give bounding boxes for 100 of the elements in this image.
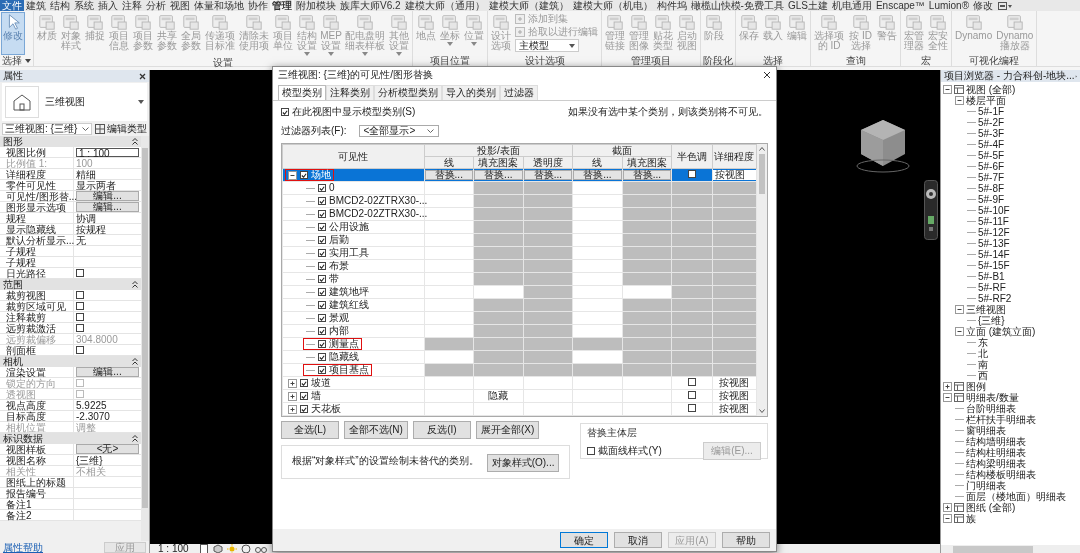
ribbon-tab[interactable]: 结构 bbox=[48, 0, 72, 11]
dialog-button[interactable]: 帮助 bbox=[722, 532, 770, 548]
ribbon-tab[interactable]: 机电通用 bbox=[829, 0, 874, 11]
tree-toggle[interactable] bbox=[943, 503, 952, 512]
checkbox[interactable] bbox=[76, 291, 84, 299]
tree-toggle[interactable] bbox=[955, 327, 964, 336]
tree-item[interactable]: 图例 bbox=[966, 381, 986, 392]
checkbox[interactable] bbox=[318, 249, 326, 257]
group-header[interactable]: 图形 bbox=[0, 136, 141, 147]
selection-button[interactable]: 全部不选(N) bbox=[344, 421, 408, 439]
tree-item[interactable]: 视图 (全部) bbox=[966, 84, 1016, 95]
tree-item[interactable]: 5#-8F bbox=[978, 183, 1005, 194]
tree-item[interactable]: 族 bbox=[966, 513, 976, 524]
ribbon-tab[interactable]: 橄榄山快模-免费工具 bbox=[688, 0, 786, 11]
selected-row[interactable]: 场地 替换... 替换... 替换... 替换... 替换... 按视图 bbox=[282, 168, 757, 182]
ribbon-tab[interactable]: Enscape™ bbox=[873, 0, 927, 11]
tree-item[interactable]: 明细表/数量 bbox=[966, 392, 1019, 403]
tree-item[interactable]: 立面 (建筑立面) bbox=[966, 326, 1036, 337]
ribbon-tab[interactable]: 系统 bbox=[72, 0, 96, 11]
checkbox[interactable] bbox=[300, 379, 308, 387]
checkbox[interactable] bbox=[318, 236, 326, 244]
ribbon-tab[interactable]: 注释 bbox=[120, 0, 144, 11]
ribbon-tab[interactable]: 插入 bbox=[96, 0, 120, 11]
checkbox[interactable] bbox=[318, 223, 326, 231]
window-menu-icon[interactable] bbox=[998, 1, 1013, 10]
ribbon-tab[interactable]: 协作 bbox=[246, 0, 270, 11]
tree-item[interactable]: 结构楼板明细表 bbox=[966, 469, 1036, 480]
tree-item[interactable]: 5#-15F bbox=[978, 260, 1010, 271]
checkbox[interactable] bbox=[300, 405, 308, 413]
edit-button[interactable]: <无> bbox=[76, 444, 139, 454]
ribbon-tab[interactable]: 构件坞 bbox=[654, 0, 689, 11]
tree-item[interactable]: 5#-RF bbox=[978, 282, 1006, 293]
ribbon-tab[interactable]: GLS土建 bbox=[785, 0, 830, 11]
selection-button[interactable]: 反选(I) bbox=[412, 421, 471, 439]
tree-toggle[interactable] bbox=[943, 382, 952, 391]
selection-button[interactable]: 全选(L) bbox=[281, 421, 339, 439]
checkbox[interactable] bbox=[318, 301, 326, 309]
tree-item[interactable]: 5#-5F bbox=[978, 150, 1005, 161]
close-icon[interactable] bbox=[139, 72, 146, 80]
checkbox[interactable] bbox=[318, 353, 326, 361]
checkbox[interactable] bbox=[281, 108, 289, 116]
dialog-button[interactable]: 确定 bbox=[560, 532, 608, 548]
tree-item[interactable]: 图纸 (全部) bbox=[966, 502, 1016, 513]
ribbon-tab[interactable]: 族库大师V6.2 bbox=[338, 0, 403, 11]
tree-item[interactable]: 5#-RF2 bbox=[978, 293, 1012, 304]
tree-toggle[interactable] bbox=[288, 391, 297, 401]
ribbon-tab[interactable]: 建模大师（机电） bbox=[570, 0, 655, 11]
tree-item[interactable]: 台阶明细表 bbox=[966, 403, 1016, 414]
tree-toggle[interactable] bbox=[288, 378, 297, 388]
dropdown[interactable]: 主模型 bbox=[515, 39, 579, 52]
tree-item[interactable]: 5#-2F bbox=[978, 117, 1005, 128]
group-header[interactable]: 相机 bbox=[0, 356, 141, 367]
checkbox[interactable] bbox=[318, 314, 326, 322]
dialog-button[interactable]: 取消 bbox=[614, 532, 662, 548]
checkbox[interactable] bbox=[76, 313, 84, 321]
checkbox[interactable] bbox=[318, 288, 326, 296]
override-button[interactable]: 替换... bbox=[424, 170, 474, 180]
ribbon-tab[interactable]: 建模大师（建筑） bbox=[486, 0, 571, 11]
edit-button[interactable]: 编辑... bbox=[76, 367, 139, 377]
input-field[interactable]: 1 : 100 bbox=[76, 147, 139, 157]
ribbon-tab[interactable]: 建模大师（通用） bbox=[402, 0, 487, 11]
tree-item[interactable]: 栏杆扶手明细表 bbox=[966, 414, 1036, 425]
tree-item[interactable]: 5#-B1 bbox=[978, 271, 1005, 282]
tree-item[interactable]: 北 bbox=[978, 348, 988, 359]
dialog-tab[interactable]: 过滤器 bbox=[500, 85, 538, 100]
group-header[interactable]: 范围 bbox=[0, 279, 141, 290]
filter-dropdown[interactable]: <全部显示> bbox=[358, 125, 439, 137]
tree-item[interactable]: 5#-14F bbox=[978, 249, 1010, 260]
edit-button[interactable]: 编辑... bbox=[76, 191, 139, 201]
tree-item[interactable]: 5#-11F bbox=[978, 216, 1009, 227]
selection-button[interactable]: 展开全部(X) bbox=[475, 421, 540, 439]
caret-icon[interactable] bbox=[138, 100, 144, 104]
override-button[interactable]: 替换... bbox=[573, 170, 622, 180]
type-selector[interactable]: 三维视图: {三维} bbox=[2, 123, 92, 135]
tree-item[interactable]: {三维} bbox=[978, 315, 1005, 326]
tree-item[interactable]: 5#-9F bbox=[978, 194, 1005, 205]
ribbon-tab[interactable]: 附加模块 bbox=[294, 0, 338, 11]
tree-item[interactable]: 结构墙明细表 bbox=[966, 436, 1026, 447]
ribbon-tab[interactable]: 修改 bbox=[971, 0, 996, 11]
checkbox[interactable] bbox=[318, 327, 326, 335]
checkbox[interactable] bbox=[687, 391, 696, 399]
tree-toggle[interactable] bbox=[955, 305, 964, 314]
checkbox[interactable] bbox=[687, 170, 696, 178]
checkbox[interactable] bbox=[300, 392, 308, 400]
tree-toggle[interactable] bbox=[943, 514, 952, 523]
group-header[interactable]: 标识数据 bbox=[0, 433, 141, 444]
checkbox[interactable] bbox=[76, 324, 84, 332]
checkbox[interactable] bbox=[318, 184, 326, 192]
dialog-tab[interactable]: 模型类别 bbox=[278, 85, 326, 100]
dialog-tab[interactable]: 注释类别 bbox=[326, 85, 374, 100]
ribbon-tab[interactable]: 体量和场地 bbox=[192, 0, 246, 11]
checkbox[interactable] bbox=[318, 275, 326, 283]
tree-item[interactable]: 东 bbox=[978, 337, 988, 348]
checkbox[interactable] bbox=[687, 378, 696, 386]
tree-toggle[interactable] bbox=[955, 96, 964, 105]
ribbon-tab[interactable]: 分析 bbox=[144, 0, 168, 11]
edit-button[interactable]: 编辑... bbox=[76, 202, 139, 212]
override-button[interactable]: 替换... bbox=[474, 170, 523, 180]
checkbox[interactable] bbox=[318, 210, 326, 218]
tree-toggle[interactable] bbox=[288, 404, 297, 414]
